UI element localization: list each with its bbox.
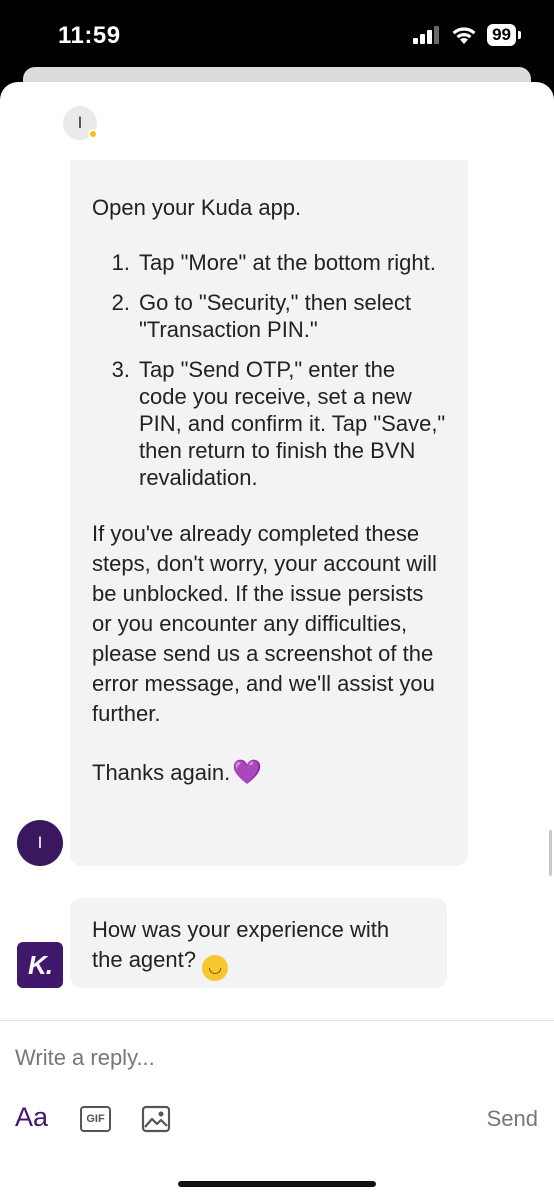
user-avatar: I <box>17 820 63 866</box>
purple-heart-icon: 💜 <box>232 759 263 786</box>
message-intro: Open your Kuda app. <box>92 195 302 220</box>
conversation-avatar: I <box>63 106 98 140</box>
status-bar: 11:59 99 <box>0 0 554 72</box>
agent-message-bubble: Open your Kuda app. 1. Tap "More" at the… <box>70 160 468 866</box>
composer-toolbar: Aa GIF Send <box>0 1098 554 1142</box>
status-dot <box>88 129 98 139</box>
battery-indicator: 99 <box>487 24 521 46</box>
rating-text: How was your experience with the agent? <box>92 917 390 972</box>
reply-input[interactable] <box>15 1038 535 1078</box>
send-button[interactable]: Send <box>487 1106 538 1132</box>
text-format-button[interactable]: Aa <box>15 1102 48 1133</box>
image-icon <box>141 1105 171 1133</box>
user-avatar-initial: I <box>37 833 43 852</box>
gif-button[interactable]: GIF <box>80 1106 111 1132</box>
scrollbar-thumb[interactable] <box>549 830 552 876</box>
step-text: Go to "Security," then select "Transacti… <box>139 290 412 342</box>
wifi-icon <box>452 26 476 44</box>
smiley-icon: ◡ <box>202 955 229 981</box>
rating-message-bubble: How was your experience with the agent? … <box>70 898 447 988</box>
message-body: If you've already completed these steps,… <box>92 521 437 726</box>
conversation-avatar-initial: I <box>77 113 83 132</box>
list-item: 1. Tap "More" at the bottom right. <box>92 249 446 276</box>
list-item: 3. Tap "Send OTP," enter the code you re… <box>92 356 446 491</box>
thanks-text: Thanks again. <box>92 760 231 785</box>
gif-label: GIF <box>86 1113 105 1125</box>
step-number: 3. <box>111 357 130 382</box>
steps-list: 1. Tap "More" at the bottom right. 2. Go… <box>92 249 446 491</box>
kuda-logo: K. <box>17 942 63 988</box>
composer-divider <box>0 1020 554 1021</box>
status-time: 11:59 <box>58 22 121 49</box>
message-thanks: Thanks again. 💜 <box>92 759 446 786</box>
step-text: Tap "More" at the bottom right. <box>139 250 436 275</box>
status-icons: 99 <box>413 24 521 46</box>
list-item: 2. Go to "Security," then select "Transa… <box>92 289 446 343</box>
image-attach-button[interactable] <box>141 1105 171 1138</box>
home-indicator <box>178 1181 376 1187</box>
step-number: 2. <box>111 290 130 315</box>
chat-sheet: I Open your Kuda app. 1. Tap "More" at t… <box>0 82 554 1200</box>
step-number: 1. <box>111 250 130 275</box>
signal-icon <box>413 26 440 44</box>
step-text: Tap "Send OTP," enter the code you recei… <box>139 357 446 490</box>
